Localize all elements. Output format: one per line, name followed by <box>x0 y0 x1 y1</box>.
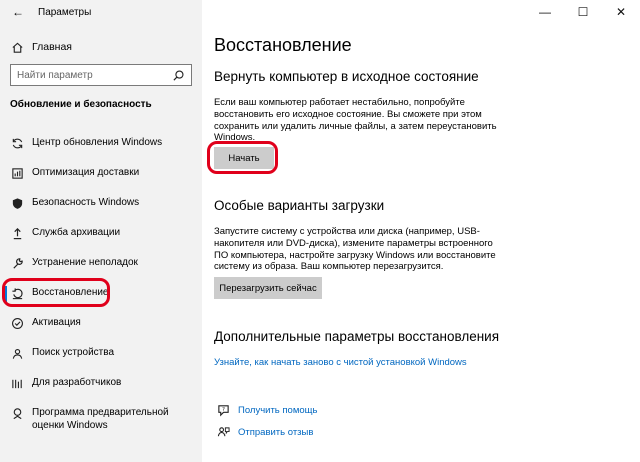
sidebar-item-label: Активация <box>32 317 81 328</box>
sidebar-item-backup[interactable]: Служба архивации <box>0 220 202 250</box>
main-content: — ☐ ✕ Восстановление Вернуть компьютер в… <box>202 0 640 462</box>
check-circle-icon <box>10 316 24 330</box>
section-title: Обновление и безопасность <box>10 99 152 110</box>
feedback-label: Отправить отзыв <box>238 426 314 438</box>
more-recovery-heading: Дополнительные параметры восстановления <box>214 329 500 344</box>
help-chat-icon: ? <box>216 403 230 417</box>
reset-description: Если ваш компьютер работает нестабильно,… <box>214 97 497 144</box>
close-icon[interactable]: ✕ <box>602 0 640 24</box>
window-controls: — ☐ ✕ <box>526 0 640 24</box>
get-help-link[interactable]: ? Получить помощь <box>216 403 317 417</box>
wrench-icon <box>10 256 24 270</box>
sidebar-item-label: Служба архивации <box>32 227 121 238</box>
sync-icon <box>10 136 24 150</box>
developer-icon <box>10 376 24 390</box>
reset-heading: Вернуть компьютер в исходное состояние <box>214 69 479 84</box>
sidebar-item-insider[interactable]: Программа предварительной оценки Windows <box>0 400 202 436</box>
get-help-label: Получить помощь <box>238 404 318 416</box>
search-box[interactable] <box>10 64 192 86</box>
sidebar-item-activation[interactable]: Активация <box>0 310 202 340</box>
window-title-bar: ← Параметры <box>12 5 91 19</box>
advanced-startup-heading: Особые варианты загрузки <box>214 198 385 213</box>
sidebar-item-label: Для разработчиков <box>32 377 122 388</box>
page-title: Восстановление <box>214 35 352 55</box>
sidebar-item-troubleshoot[interactable]: Устранение неполадок <box>0 250 202 280</box>
person-pin-icon <box>10 346 24 360</box>
svg-text:?: ? <box>222 406 225 412</box>
sidebar-item-label: Программа предварительной оценки Windows <box>32 407 169 431</box>
backup-arrow-icon <box>10 226 24 240</box>
sidebar-item-label: Поиск устройства <box>32 347 115 358</box>
window-title: Параметры <box>38 6 92 18</box>
advanced-startup-description: Запустите систему с устройства или диска… <box>214 226 496 273</box>
sidebar-item-delivery-optimization[interactable]: Оптимизация доставки <box>0 160 202 190</box>
sidebar-item-label: Устранение неполадок <box>32 257 138 268</box>
home-icon <box>10 40 24 54</box>
maximize-icon[interactable]: ☐ <box>564 0 602 24</box>
reset-start-button[interactable]: Начать <box>214 147 274 169</box>
sidebar: ← Параметры Главная Обновление и безопас… <box>0 0 202 462</box>
delivery-icon <box>10 166 24 180</box>
sidebar-item-label: Безопасность Windows <box>32 197 140 208</box>
sidebar-item-label: Оптимизация доставки <box>32 167 140 178</box>
search-input[interactable] <box>17 69 171 81</box>
home-nav-item[interactable]: Главная <box>10 38 72 56</box>
restart-now-button[interactable]: Перезагрузить сейчас <box>214 277 322 299</box>
sidebar-item-recovery[interactable]: Восстановление <box>0 280 202 310</box>
sidebar-item-label: Восстановление <box>32 287 109 298</box>
sidebar-item-developers[interactable]: Для разработчиков <box>0 370 202 400</box>
back-arrow-icon[interactable]: ← <box>12 5 24 19</box>
feedback-link[interactable]: Отправить отзыв <box>216 425 313 439</box>
shield-icon <box>10 196 24 210</box>
sidebar-item-find-device[interactable]: Поиск устройства <box>0 340 202 370</box>
sidebar-item-label: Центр обновления Windows <box>32 137 163 148</box>
home-label: Главная <box>32 41 72 53</box>
sidebar-nav: Центр обновления Windows Оптимизация дос… <box>0 130 202 436</box>
fresh-start-link[interactable]: Узнайте, как начать заново с чистой уста… <box>214 357 467 368</box>
insider-icon <box>10 406 24 420</box>
recovery-icon <box>10 286 24 300</box>
feedback-icon <box>216 425 230 439</box>
sidebar-item-windows-update[interactable]: Центр обновления Windows <box>0 130 202 160</box>
minimize-icon[interactable]: — <box>526 0 564 24</box>
search-icon[interactable] <box>171 68 185 82</box>
sidebar-item-windows-security[interactable]: Безопасность Windows <box>0 190 202 220</box>
